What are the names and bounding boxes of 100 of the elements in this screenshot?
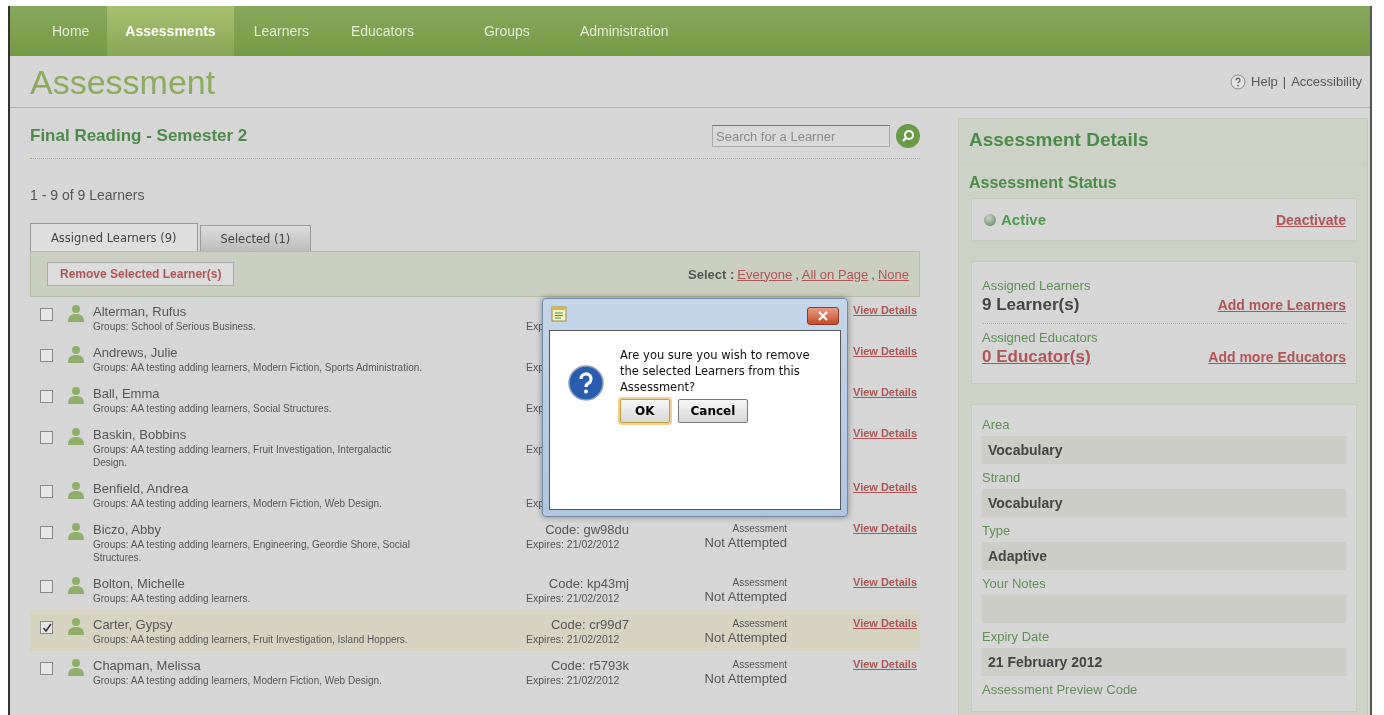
person-icon	[67, 386, 85, 404]
nav-tab[interactable]: Groups	[465, 6, 548, 56]
dialog-message: Are you sure you wish to remove the selected Learners from this Assessment?	[620, 347, 810, 395]
field-value: Vocabulary	[982, 489, 1346, 517]
view-details-link[interactable]: View Details	[853, 617, 917, 629]
select-link[interactable]: All on Page	[801, 266, 869, 282]
comma: ,	[795, 266, 799, 282]
expiry-date: Expires: 21/02/2012	[526, 537, 621, 551]
field-label: Expiry Date	[982, 629, 1051, 644]
status-type: Assessment	[731, 617, 787, 630]
person-icon	[67, 576, 85, 594]
status: Not Attempted	[703, 671, 787, 686]
nav-tab[interactable]: Assessments	[107, 6, 234, 56]
checkbox[interactable]	[40, 390, 53, 403]
view-details-link[interactable]: View Details	[853, 576, 917, 588]
tab[interactable]: Assigned Learners (9)	[30, 223, 198, 251]
status: Not Attempted	[703, 535, 787, 550]
learner-name: Biczo, Abby	[93, 522, 162, 537]
learner-groups: Groups: AA testing adding learners, Engineering, Geordie Shore, Social Structures.	[93, 538, 428, 564]
view-details-link[interactable]: View Details	[853, 304, 917, 316]
person-icon	[67, 658, 85, 676]
checkbox[interactable]	[40, 621, 53, 634]
learner-groups: Groups: AA testing adding learners, Social Structures.	[93, 402, 428, 415]
learner-code: Code: cr99d7	[549, 617, 629, 632]
person-icon	[67, 304, 85, 322]
view-details-link[interactable]: View Details	[853, 522, 917, 534]
status: Not Attempted	[703, 630, 787, 645]
tab[interactable]: Selected (1)	[199, 225, 312, 251]
question-icon	[568, 365, 604, 401]
help-icon[interactable]	[1230, 73, 1247, 90]
search-button[interactable]	[896, 124, 920, 148]
view-details-link[interactable]: View Details	[853, 345, 917, 357]
checkbox[interactable]	[40, 308, 53, 321]
field-label: Your Notes	[982, 576, 1047, 591]
add-more-link[interactable]: Add more Educators	[1208, 349, 1346, 365]
field-label: Strand	[982, 470, 1022, 485]
select-link[interactable]: Everyone	[737, 266, 793, 282]
learner-name: Bolton, Michelle	[93, 576, 186, 591]
dialog-button[interactable]: OK	[620, 399, 670, 423]
nav-tab[interactable]: Learners	[235, 6, 327, 56]
field-label: Assessment Preview Code	[982, 682, 1139, 697]
nav-tab[interactable]: Educators	[332, 6, 432, 56]
checkbox[interactable]	[40, 349, 53, 362]
assigned-label: Assigned Educators	[982, 330, 1099, 345]
learner-name: Alterman, Rufus	[93, 304, 188, 319]
field-value: Vocabulary	[982, 436, 1346, 464]
person-icon	[67, 522, 85, 540]
details-title: Assessment Details	[959, 119, 1367, 164]
learner-name: Baskin, Bobbins	[93, 427, 188, 442]
checkbox[interactable]	[40, 662, 53, 675]
expiry-date: Expires: 21/02/2012	[526, 673, 621, 687]
search-icon	[901, 129, 915, 143]
learner-code: Code: kp43mj	[547, 576, 629, 591]
status: Not Attempted	[703, 589, 787, 604]
learner-count: 1 - 9 of 9 Learners	[30, 187, 146, 203]
assigned-count: 9 Learner(s)	[982, 295, 1080, 315]
learner-groups: Groups: School of Serious Business.	[93, 320, 428, 333]
learner-groups: Groups: AA testing adding learners, Modern Fiction, Web Design.	[93, 497, 428, 510]
nav-tab[interactable]: Home	[34, 6, 108, 56]
select-label: Select :	[688, 266, 735, 282]
close-icon	[817, 311, 829, 321]
person-icon	[67, 617, 85, 635]
select-link[interactable]: None	[877, 266, 909, 282]
assessment-name: Final Reading - Semester 2	[30, 126, 248, 146]
checkbox[interactable]	[40, 526, 53, 539]
accessibility-link[interactable]: Accessibility	[1291, 74, 1362, 89]
search-field[interactable]: Search for a Learner	[712, 125, 890, 147]
close-button[interactable]	[807, 307, 839, 325]
checkbox[interactable]	[40, 580, 53, 593]
add-more-link[interactable]: Add more Learners	[1217, 297, 1346, 313]
checkbox[interactable]	[40, 431, 53, 444]
field-label: Area	[982, 417, 1011, 432]
status-type: Assessment	[731, 658, 787, 671]
status-text: Active	[1001, 211, 1047, 228]
checkbox[interactable]	[40, 485, 53, 498]
expiry-date: Expires: 21/02/2012	[526, 632, 621, 646]
dialog-button[interactable]: Cancel	[677, 399, 749, 423]
nav-tab[interactable]: Administration	[561, 6, 687, 56]
status-heading: Assessment Status	[968, 173, 1118, 193]
view-details-link[interactable]: View Details	[853, 658, 917, 670]
person-icon	[67, 427, 85, 445]
page-title: Assessment	[30, 61, 216, 102]
assigned-label: Assigned Learners	[982, 278, 1092, 293]
status-type: Assessment	[731, 576, 787, 589]
learner-name: Ball, Emma	[93, 386, 161, 401]
learner-name: Andrews, Julie	[93, 345, 179, 360]
field-value: Adaptive	[982, 542, 1346, 570]
status-dot	[984, 213, 996, 226]
separator: |	[1282, 74, 1287, 89]
learner-groups: Groups: AA testing adding learners, Fruit Investigation, Intergalactic Design.	[93, 443, 428, 469]
field-value: 21 February 2012	[982, 648, 1346, 676]
deactivate-link[interactable]: Deactivate	[1275, 211, 1346, 228]
remove-button[interactable]: Remove Selected Learner(s)	[47, 262, 235, 286]
view-details-link[interactable]: View Details	[853, 481, 917, 493]
learner-name: Chapman, Melissa	[93, 658, 202, 673]
assigned-count-link[interactable]: 0 Educator(s)	[982, 347, 1091, 367]
view-details-link[interactable]: View Details	[853, 386, 917, 398]
help-link[interactable]: Help	[1251, 74, 1278, 89]
learner-groups: Groups: AA testing adding learners, Modern Fiction, Web Design.	[93, 674, 428, 687]
view-details-link[interactable]: View Details	[853, 427, 917, 439]
